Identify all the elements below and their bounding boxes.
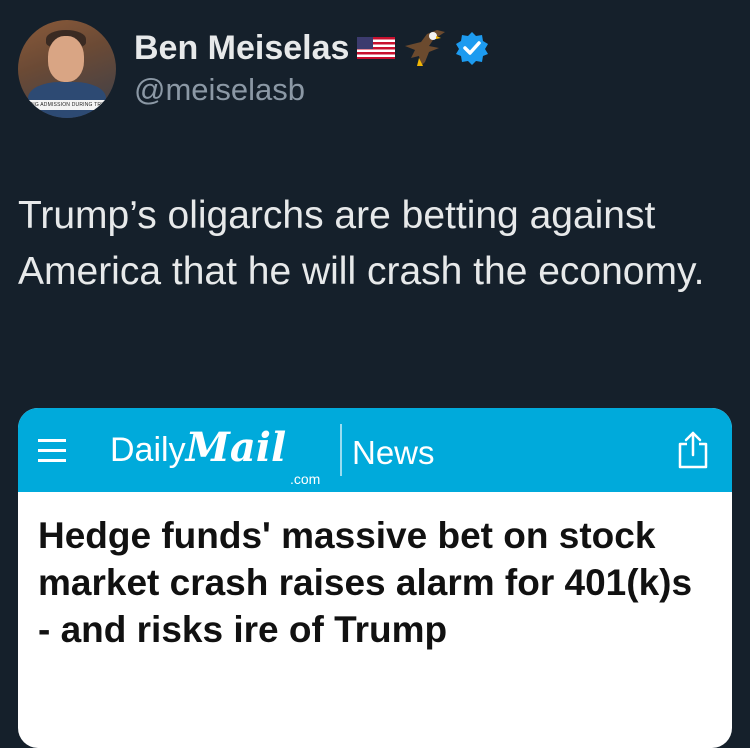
tweet-header: ...ING ADMISSION DURING TRIAL Ben Meisel… [18,20,489,118]
avatar-ticker: ...ING ADMISSION DURING TRIAL [18,100,116,110]
verified-icon [455,31,489,65]
brand-dotcom: .com [290,471,321,487]
section-label[interactable]: News [352,434,435,472]
brand-mail: Mail [185,424,287,471]
header-divider [340,424,342,476]
article-headline[interactable]: Hedge funds' massive bet on stock market… [18,492,732,653]
share-icon[interactable] [676,430,710,470]
card-header-bar: DailyMail .com News [18,408,732,492]
display-name-row: Ben Meiselas [134,28,489,68]
avatar-face [48,36,84,82]
author-names: Ben Meiselas @meiselasb [134,28,489,108]
hamburger-menu-icon[interactable] [38,438,66,464]
daily-mail-logo[interactable]: DailyMail .com [110,424,320,487]
display-name[interactable]: Ben Meiselas [134,29,349,68]
tweet-text: Trump’s oligarchs are betting against Am… [18,194,705,293]
link-card[interactable]: DailyMail .com News Hedge funds' massive… [18,408,732,748]
avatar[interactable]: ...ING ADMISSION DURING TRIAL [18,20,116,118]
brand-daily: Daily [110,431,186,469]
us-flag-icon [357,37,396,59]
eagle-icon [403,28,447,68]
author-handle[interactable]: @meiselasb [134,72,489,108]
